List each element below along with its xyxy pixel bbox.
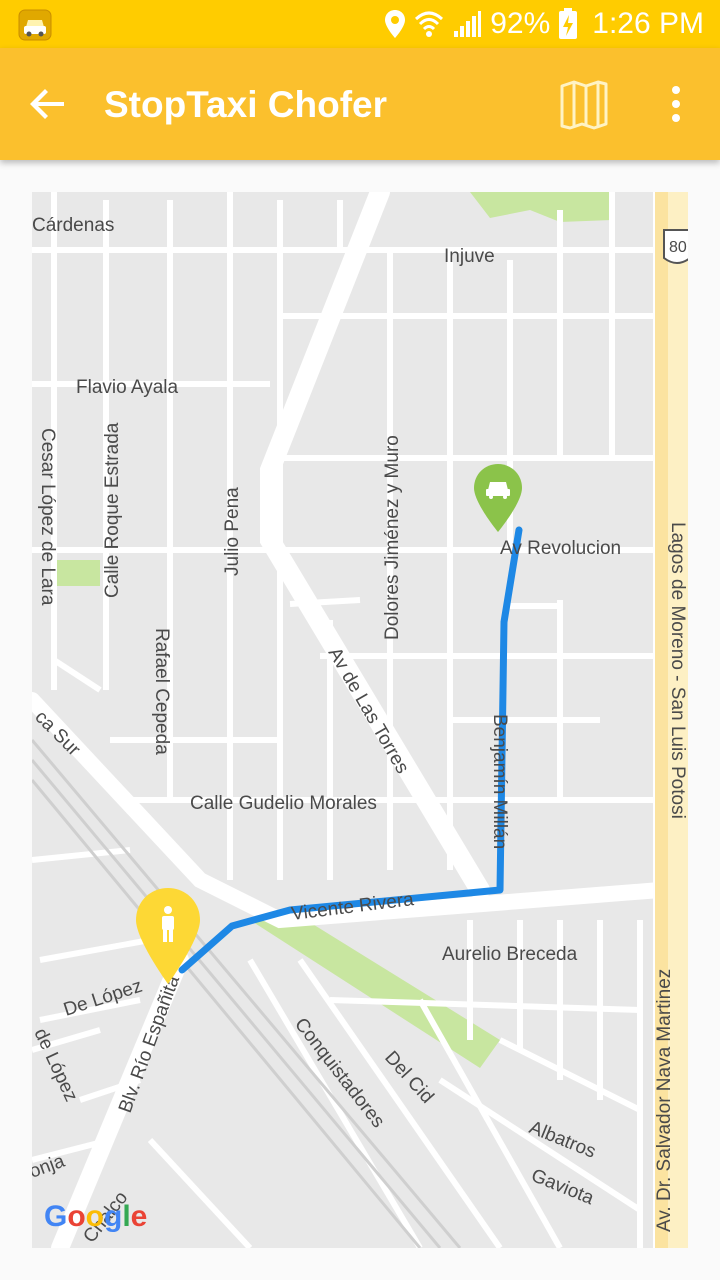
battery-percent: 92% (490, 7, 551, 40)
taxi-app-icon (18, 9, 52, 41)
back-arrow-icon[interactable] (24, 80, 72, 128)
street-label: Av. Dr. Salvador Nava Martinez (654, 969, 675, 1232)
location-icon (385, 10, 406, 38)
map-icon[interactable] (556, 76, 612, 132)
street-label: Calle Roque Estrada (102, 422, 123, 598)
street-label: Lagos de Moreno - San Luis Potosi (667, 522, 688, 819)
map-canvas[interactable]: 80 Cárdenas Injuve Flavio Ayala Cesar Ló… (32, 192, 688, 1248)
wifi-icon (415, 11, 444, 37)
more-vert-icon[interactable] (656, 80, 696, 128)
street-label: Benjamín Millán (489, 714, 510, 849)
street-label: Cárdenas (32, 215, 114, 236)
street-label: Aurelio Breceda (442, 944, 578, 965)
street-label: Cesar López de Lara (37, 428, 58, 606)
map-view[interactable]: 80 Cárdenas Injuve Flavio Ayala Cesar Ló… (32, 192, 688, 1248)
battery-charging-icon (559, 8, 578, 39)
app-title: StopTaxi Chofer (104, 84, 387, 125)
street-label: Injuve (444, 246, 495, 267)
street-label: Av Revolucion (500, 538, 621, 559)
signal-icon (454, 11, 482, 37)
clock: 1:26 PM (592, 7, 704, 40)
google-logo: Google (44, 1200, 147, 1233)
street-label: Calle Gudelio Morales (190, 793, 377, 814)
park-area (54, 560, 100, 586)
street-label: Flavio Ayala (76, 377, 179, 398)
highway-number: 80 (669, 239, 687, 256)
street-label: Rafael Cepeda (151, 628, 172, 755)
street-label: Julio Pena (222, 487, 243, 576)
highway-shield-icon: 80 (663, 229, 688, 264)
status-bar: 92% 1:26 PM (0, 0, 720, 48)
app-bar: StopTaxi Chofer (0, 48, 720, 160)
street-label: Dolores Jiménez y Muro (382, 435, 403, 640)
